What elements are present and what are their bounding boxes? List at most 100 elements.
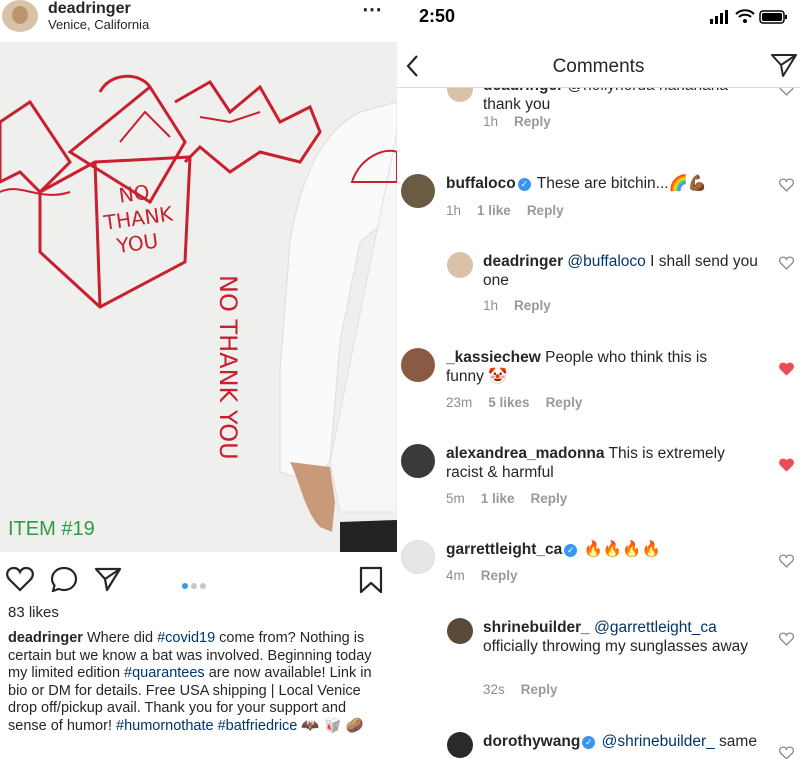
comment-time: 5m [446, 491, 465, 506]
comment-meta: 1h Reply [483, 298, 567, 313]
comment-username[interactable]: _kassiechew [446, 349, 541, 366]
more-options-icon[interactable]: ⋯ [362, 0, 383, 20]
comments-list: deadringer @hollyhorua hahahaha thank yo… [397, 88, 800, 759]
mention-link[interactable]: @shrinebuilder_ [602, 733, 715, 750]
comment-time: 1h [483, 114, 499, 129]
reply-button[interactable]: Reply [514, 114, 551, 129]
verified-badge-icon: ✓ [582, 736, 596, 749]
post-actions [0, 560, 397, 600]
comment-text: alexandrea_madonna This is extremely rac… [446, 444, 746, 482]
comment-meta: 4m Reply [446, 568, 534, 583]
verified-badge-icon: ✓ [564, 544, 578, 557]
svg-text:THANK: THANK [101, 201, 175, 235]
heart-icon[interactable] [778, 746, 795, 759]
reply-button[interactable]: Reply [521, 682, 558, 697]
comment-body: same [714, 733, 757, 750]
item-label: ITEM #19 [8, 518, 95, 540]
comment-meta: 5m 1 like Reply [446, 491, 583, 506]
mention-link[interactable]: @buffaloco [567, 253, 645, 270]
reply-button[interactable]: Reply [527, 203, 564, 218]
comment-body: officially throwing my sunglasses away [483, 638, 749, 655]
avatar[interactable] [447, 88, 473, 102]
svg-text:NO: NO [117, 180, 151, 208]
comment-time: 23m [446, 395, 473, 410]
page-title: Comments [552, 56, 645, 77]
caption-text: Where did [82, 630, 158, 646]
likes-count[interactable]: 83 likes [8, 604, 59, 621]
reply-button[interactable]: Reply [531, 491, 568, 506]
heart-icon[interactable] [778, 632, 795, 651]
heart-icon[interactable] [778, 554, 795, 573]
reply-button[interactable]: Reply [546, 395, 583, 410]
post-caption: deadringer Where did #covid19 come from?… [8, 630, 388, 736]
comment-icon[interactable] [50, 566, 78, 597]
comment-body: 🔥🔥🔥🔥 [583, 541, 661, 558]
avatar[interactable] [447, 252, 473, 278]
post-username[interactable]: deadringer [48, 0, 131, 18]
comment-time: 4m [446, 568, 465, 583]
comment-text: buffaloco ✓ These are bitchin...🌈💪🏾 [446, 174, 746, 193]
svg-text:YOU: YOU [114, 228, 159, 258]
comment-time: 32s [483, 682, 505, 697]
comment-username[interactable]: garrettleight_ca [446, 541, 562, 558]
mention-link[interactable]: @garrettleight_ca [594, 619, 717, 636]
heart-icon[interactable] [778, 256, 795, 275]
status-icons [710, 8, 790, 31]
heart-filled-icon[interactable] [779, 458, 794, 477]
status-bar: 2:50 [397, 0, 800, 36]
reply-button[interactable]: Reply [481, 568, 518, 583]
post-image[interactable]: NO THANK YOU NO THANK YOU ITEM #19 [0, 42, 397, 552]
hashtag[interactable]: #covid19 [157, 630, 215, 646]
clock: 2:50 [419, 6, 456, 26]
verified-badge-icon: ✓ [517, 178, 531, 191]
comment-text: _kassiechew People who think this is fun… [446, 348, 746, 386]
comment-text: deadringer @hollyhorua hahahaha thank yo… [483, 88, 763, 114]
reply-button[interactable]: Reply [514, 298, 551, 313]
comment-text: garrettleight_ca ✓ 🔥🔥🔥🔥 [446, 540, 746, 559]
post-header: deadringer Venice, California ⋯ [0, 0, 397, 42]
comment-likes[interactable]: 1 like [481, 491, 515, 506]
avatar[interactable] [447, 618, 473, 644]
hashtag[interactable]: #batfriedrice [218, 718, 298, 734]
avatar[interactable] [401, 444, 435, 478]
comment-username[interactable]: deadringer [483, 88, 563, 94]
comments-panel: 2:50 Comments deadringer @hollyhorua hah… [397, 0, 800, 759]
avatar[interactable] [2, 0, 38, 32]
avatar[interactable] [401, 174, 435, 208]
comment-likes[interactable]: 5 likes [488, 395, 529, 410]
comment-username[interactable]: deadringer [483, 253, 563, 270]
comment-username[interactable]: alexandrea_madonna [446, 445, 605, 462]
comment-likes[interactable]: 1 like [477, 203, 511, 218]
wifi-icon [735, 9, 755, 23]
carousel-dot [191, 583, 197, 589]
caption-username[interactable]: deadringer [8, 630, 83, 646]
comment-meta: 1h 1 like Reply [446, 203, 580, 218]
heart-icon[interactable] [778, 178, 795, 197]
caption-emojis: 🦇 🥡 🥔 [297, 717, 364, 734]
hashtag[interactable]: #humornothate [116, 718, 214, 734]
bookmark-icon[interactable] [359, 566, 383, 599]
avatar[interactable] [401, 348, 435, 382]
direct-message-icon[interactable] [770, 52, 798, 83]
comment-meta: 23m 5 likes Reply [446, 395, 598, 410]
comment-meta: 1h Reply [483, 114, 567, 129]
comment-username[interactable]: shrinebuilder_ [483, 619, 590, 636]
carousel-indicator [182, 576, 209, 594]
comment-body: These are bitchin...🌈💪🏾 [536, 175, 708, 192]
hashtag[interactable]: #quarantees [124, 665, 205, 681]
signal-icon [710, 10, 728, 24]
avatar[interactable] [401, 540, 435, 574]
comment-username[interactable]: dorothywang [483, 733, 580, 750]
post-location[interactable]: Venice, California [48, 17, 149, 32]
heart-icon[interactable] [6, 566, 34, 597]
carousel-dot [182, 583, 188, 589]
post-panel: deadringer Venice, California ⋯ NO THANK… [0, 0, 397, 759]
comment-text: shrinebuilder_ @garrettleight_ca officia… [483, 618, 763, 656]
svg-text:NO THANK YOU: NO THANK YOU [214, 275, 242, 460]
comment-time: 1h [446, 203, 462, 218]
heart-icon[interactable] [779, 88, 794, 101]
comment-username[interactable]: buffaloco [446, 175, 516, 192]
avatar[interactable] [447, 732, 473, 758]
share-icon[interactable] [94, 566, 122, 597]
heart-filled-icon[interactable] [779, 362, 794, 381]
